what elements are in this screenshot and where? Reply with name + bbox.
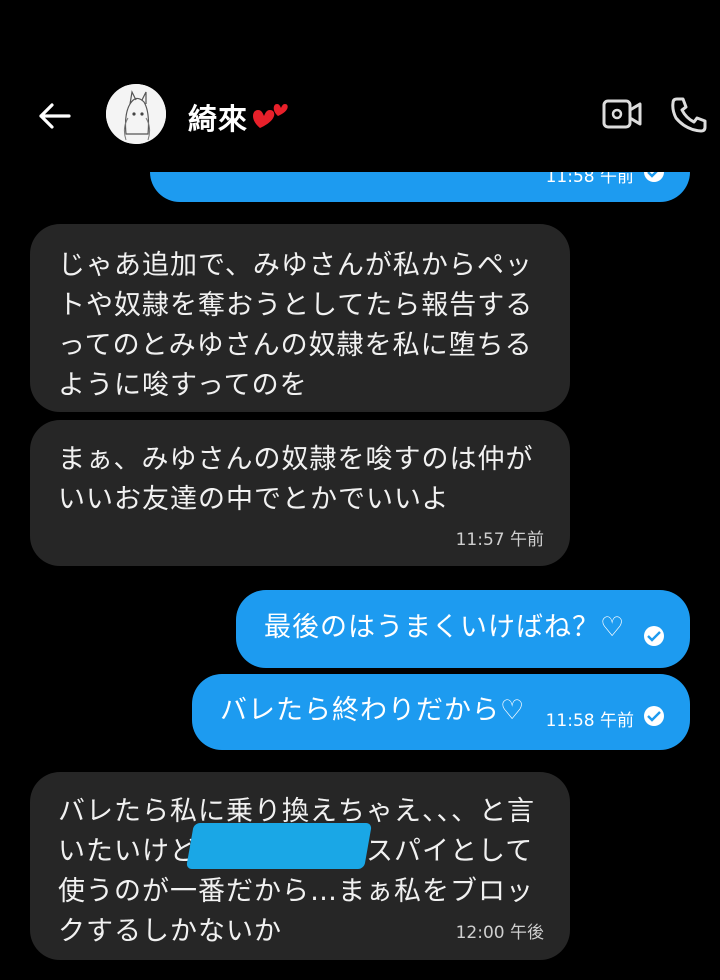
contact-name[interactable]: 綺來 — [188, 96, 248, 138]
message-text: じゃあ追加で、みゆさんが私からペッ トや奴隷を奪おうとしてたら報告する ってのと… — [58, 250, 534, 401]
video-call-icon[interactable] — [600, 96, 644, 132]
message-time: 11:57 午前 — [455, 530, 544, 550]
phone-call-icon[interactable] — [668, 94, 710, 136]
message-bubble-outgoing[interactable]: 最後のはうまくいけばね？♡ — [236, 590, 690, 668]
chat-header: 綺來 — [0, 0, 720, 172]
message-bubble-incoming[interactable]: じゃあ追加で、みゆさんが私からペッ トや奴隷を奪おうとしてたら報告する ってのと… — [30, 224, 570, 412]
message-bubble-outgoing[interactable]: バレたら終わりだから♡ 11:58 午前 — [192, 674, 690, 750]
read-check-icon — [644, 706, 664, 726]
hearts-icon — [252, 98, 292, 134]
message-text: まぁ、みゆさんの奴隷を唆すのは仲が いいお友達の中でとかでいいよ — [58, 444, 534, 515]
message-text: 最後のはうまくいけばね？♡ — [264, 612, 626, 643]
read-check-icon — [644, 626, 664, 646]
avatar[interactable] — [106, 84, 166, 144]
message-bubble-incoming[interactable]: まぁ、みゆさんの奴隷を唆すのは仲が いいお友達の中でとかでいいよ 11:57 午… — [30, 420, 570, 566]
message-time: 12:00 午後 — [455, 923, 544, 943]
back-arrow-icon[interactable] — [36, 98, 72, 134]
redaction-scribble — [185, 823, 373, 869]
message-time: 11:58 午前 — [545, 711, 634, 731]
